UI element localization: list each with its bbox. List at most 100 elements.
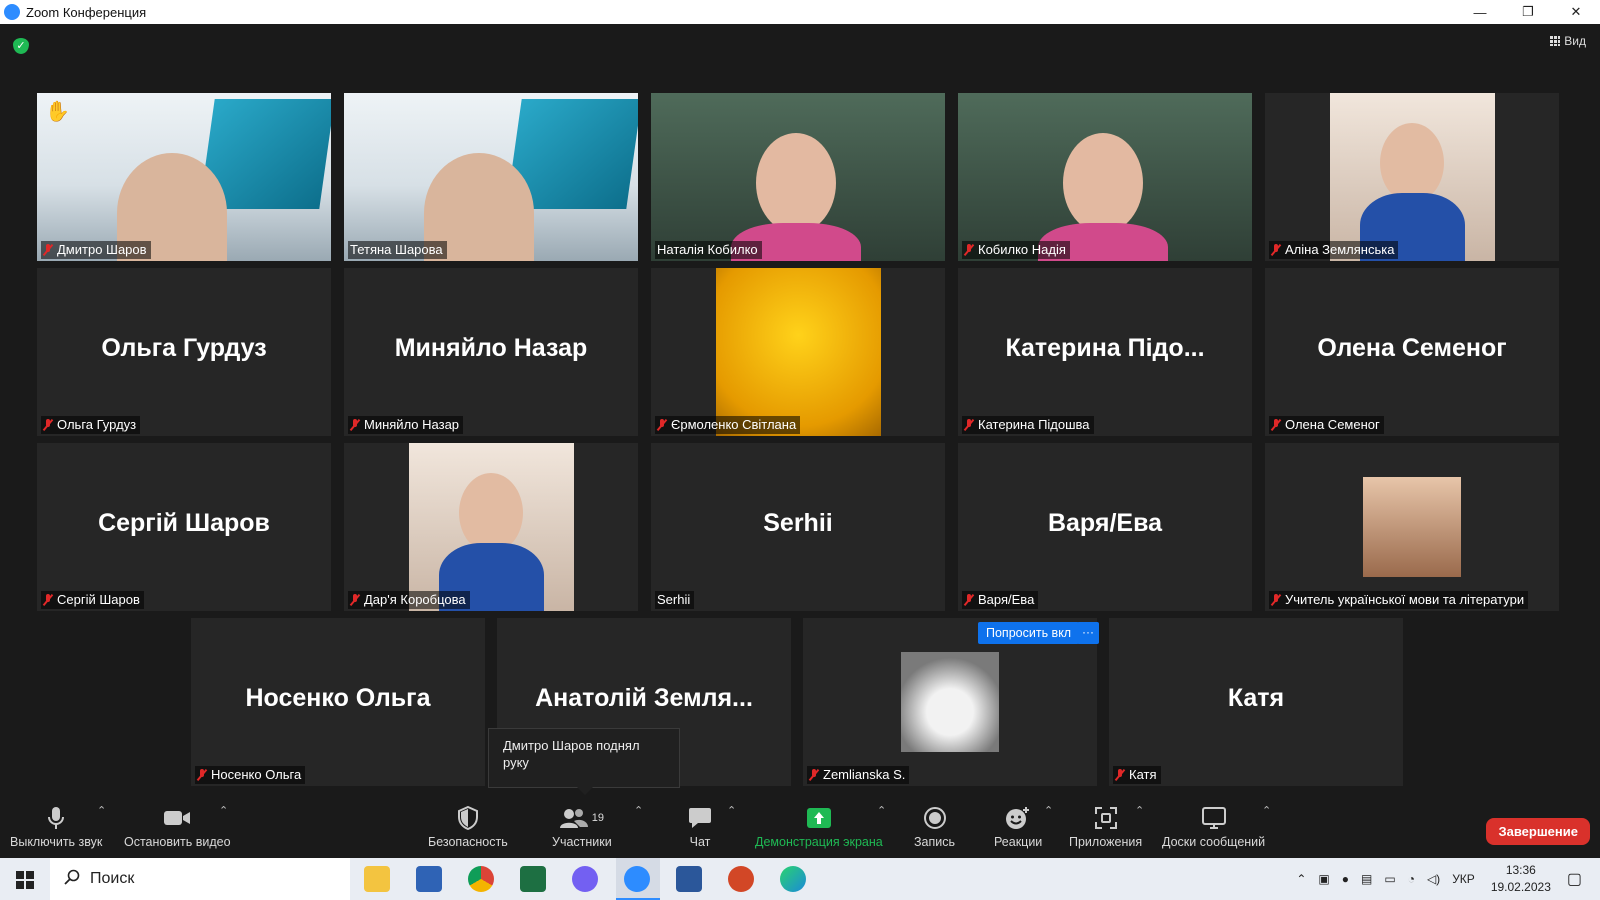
clock-time: 13:36 (1505, 863, 1536, 877)
participant-tile[interactable]: Носенко Ольга Носенко Ольга (191, 618, 485, 786)
participant-tile[interactable]: Єрмоленко Світлана (651, 268, 945, 436)
video-camera-icon (163, 806, 191, 830)
raise-hand-tooltip: Дмитро Шаров поднял руку (488, 728, 680, 795)
restore-button[interactable]: ❐ (1504, 0, 1552, 24)
save-disk-icon[interactable] (416, 866, 442, 892)
muted-mic-icon (1271, 594, 1281, 606)
participant-tile[interactable]: Кобилко Надія (958, 93, 1252, 261)
participant-tile[interactable]: Serhii Serhii (651, 443, 945, 611)
participant-tile[interactable]: Олена Семеног Олена Семеног (1265, 268, 1559, 436)
whiteboards-button[interactable]: Доски сообщений (1162, 806, 1265, 849)
reactions-button[interactable]: Реакции (994, 806, 1042, 849)
participant-tile[interactable]: Аліна Землянська (1265, 93, 1559, 261)
close-button[interactable]: ✕ (1552, 0, 1600, 24)
tray-mic-icon[interactable]: ● (1342, 872, 1349, 886)
participants-options-caret-icon[interactable]: ⌃ (634, 804, 643, 817)
muted-mic-icon (964, 594, 974, 606)
windows-start-icon[interactable] (16, 871, 34, 889)
mute-button[interactable]: Выключить звук (10, 806, 102, 849)
apps-icon (1094, 806, 1117, 830)
whiteboards-options-caret-icon[interactable]: ⌃ (1262, 804, 1271, 817)
zoom-taskbar-icon[interactable] (624, 866, 650, 892)
window-titlebar: Zoom Конференция — ❐ ✕ (0, 0, 1600, 24)
security-shield-icon[interactable]: ✓ (13, 38, 29, 54)
video-feed (344, 93, 638, 261)
participant-name-label: Дмитро Шаров (41, 241, 151, 259)
end-meeting-button[interactable]: Завершение (1486, 818, 1590, 845)
participant-tile[interactable]: Ольга Гурдуз Ольга Гурдуз (37, 268, 331, 436)
record-label: Запись (914, 835, 956, 849)
tray-battery-icon[interactable]: ▭ (1384, 872, 1395, 886)
participant-name: Катерина Підошва (978, 417, 1090, 432)
view-button[interactable]: Вид (1550, 34, 1586, 48)
muted-mic-icon (1271, 244, 1281, 256)
participant-name: Ольга Гурдуз (57, 417, 137, 432)
video-options-caret-icon[interactable]: ⌃ (219, 804, 228, 817)
chrome-icon[interactable] (468, 866, 494, 892)
share-screen-icon (806, 806, 832, 830)
participant-tile[interactable]: Учитель української мови та літератури (1265, 443, 1559, 611)
video-feed (1330, 93, 1495, 261)
share-options-caret-icon[interactable]: ⌃ (877, 804, 886, 817)
participant-tile[interactable]: Катя Катя (1109, 618, 1403, 786)
stop-video-button[interactable]: Остановить видео (124, 806, 231, 849)
participant-name: Носенко Ольга (211, 767, 302, 782)
participant-display-name: Serhii (763, 509, 833, 537)
participants-icon: 19 (559, 806, 604, 830)
participant-display-name: Варя/Ева (1047, 509, 1163, 537)
apps-options-caret-icon[interactable]: ⌃ (1135, 804, 1144, 817)
participant-name: Варя/Ева (978, 592, 1035, 607)
tray-volume-icon[interactable]: ◁) (1427, 872, 1440, 886)
share-screen-button[interactable]: Демонстрация экрана (755, 806, 883, 849)
participant-name-label: Катя (1113, 766, 1161, 784)
participants-button[interactable]: 19 Участники (552, 806, 612, 849)
participant-display-name: Катя (1227, 684, 1285, 712)
participant-name-label: Учитель української мови та літератури (1269, 591, 1529, 609)
chat-options-caret-icon[interactable]: ⌃ (727, 804, 736, 817)
participant-name: Zemlianska S. (823, 767, 906, 782)
taskbar-search[interactable]: Поиск (50, 858, 350, 900)
file-explorer-icon[interactable] (364, 866, 390, 892)
chat-bubble-icon (688, 806, 712, 830)
security-button[interactable]: Безопасность (428, 806, 508, 849)
apps-button[interactable]: Приложения (1069, 806, 1142, 849)
viber-icon[interactable] (572, 866, 598, 892)
participant-tile[interactable]: Тетяна Шарова (344, 93, 638, 261)
system-tray: ⌃ ▣ ● ▤ ▭ ◔ ◁) УКР 13:36 19.02.2023 ▢ (1296, 858, 1600, 900)
video-feed (651, 93, 945, 261)
participant-tile[interactable]: Сергій Шаров Сергій Шаров (37, 443, 331, 611)
tray-wifi-icon[interactable]: ◔ (1408, 872, 1415, 886)
muted-mic-icon (964, 419, 974, 431)
participant-tile[interactable]: Варя/Ева Варя/Ева (958, 443, 1252, 611)
excel-icon[interactable] (520, 866, 546, 892)
reactions-options-caret-icon[interactable]: ⌃ (1044, 804, 1053, 817)
tray-device-icon[interactable]: ▣ (1318, 872, 1329, 886)
clock-date: 19.02.2023 (1490, 880, 1551, 894)
participant-display-name: Миняйло Назар (394, 334, 588, 362)
edge-icon[interactable] (780, 866, 806, 892)
participants-label: Участники (552, 835, 612, 849)
participant-tile[interactable]: Миняйло Назар Миняйло Назар (344, 268, 638, 436)
minimize-button[interactable]: — (1456, 0, 1504, 24)
ask-unmute-button[interactable]: Попросить вкл (978, 622, 1080, 644)
muted-mic-icon (43, 244, 53, 256)
audio-options-caret-icon[interactable]: ⌃ (97, 804, 106, 817)
smiley-plus-icon (1005, 806, 1031, 830)
participant-tile[interactable]: Дар'я Коробцова (344, 443, 638, 611)
record-button[interactable]: Запись (914, 806, 955, 849)
tile-more-button[interactable]: ··· (1077, 622, 1099, 644)
tray-network-icon[interactable]: ▤ (1361, 872, 1372, 886)
participant-name-label: Наталія Кобилко (655, 241, 762, 259)
powerpoint-icon[interactable] (728, 866, 754, 892)
chat-button[interactable]: Чат (688, 806, 712, 849)
participant-tile[interactable]: Катерина Підо... Катерина Підошва (958, 268, 1252, 436)
notifications-icon[interactable]: ▢ (1567, 869, 1582, 889)
video-feed (37, 93, 331, 261)
language-indicator[interactable]: УКР (1452, 872, 1475, 886)
tray-chevron-icon[interactable]: ⌃ (1296, 872, 1306, 886)
meeting-topbar: ✓ Вид (0, 24, 1600, 64)
participant-tile[interactable]: Наталія Кобилко (651, 93, 945, 261)
participant-tile[interactable]: ✋ Дмитро Шаров (37, 93, 331, 261)
word-icon[interactable] (676, 866, 702, 892)
clock[interactable]: 13:36 19.02.2023 (1491, 862, 1551, 896)
